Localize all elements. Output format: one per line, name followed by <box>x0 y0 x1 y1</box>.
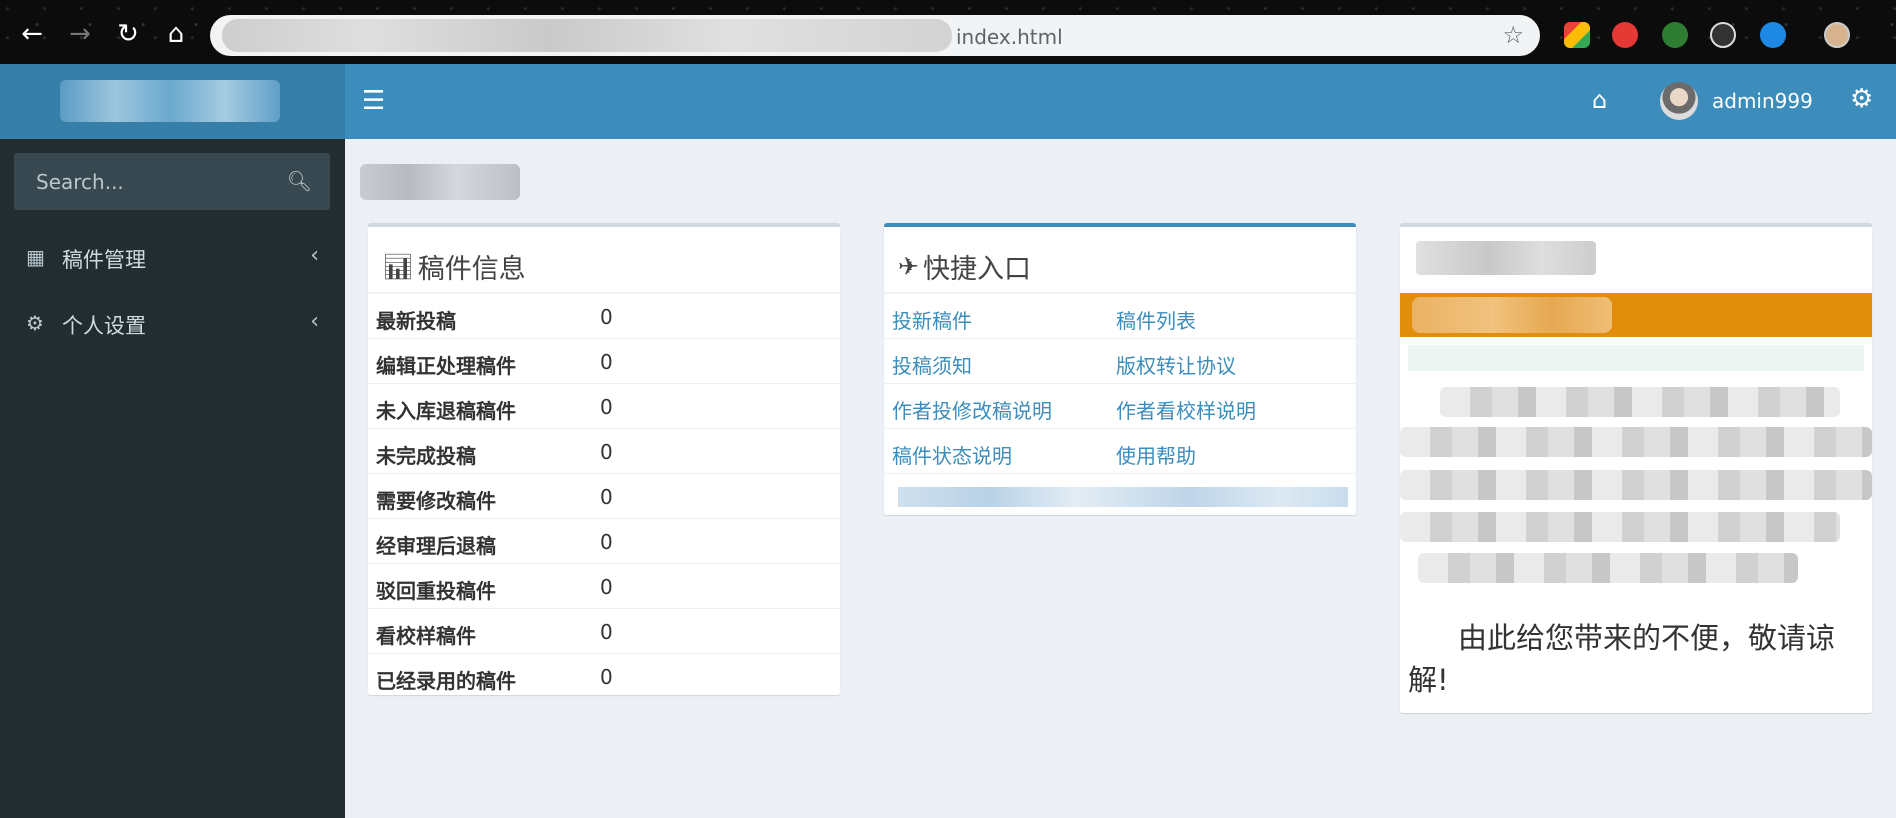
search-icon[interactable]: 🔍︎ <box>287 169 312 193</box>
row-label: 经审理后退稿 <box>376 534 496 558</box>
row-label: 需要修改稿件 <box>376 489 496 513</box>
notice-text-redacted <box>1418 553 1798 583</box>
sidebar-item-label: 个人设置 <box>62 314 146 338</box>
extension-icon[interactable] <box>1710 22 1736 48</box>
manuscript-info-box: 📊︎ 稿件信息 最新投稿 0 编辑正处理稿件 0 未入库退稿稿件 0 未完成投稿 0 需… <box>368 223 840 695</box>
notice-text-redacted <box>1400 470 1872 500</box>
notice-box: 由此给您带来的不便，敬请谅解! <box>1400 223 1872 713</box>
app-logo[interactable] <box>0 64 345 139</box>
banner-text-redacted <box>1412 297 1612 333</box>
address-bar[interactable]: index.html ☆ <box>210 15 1540 56</box>
notice-closing-text: 由此给您带来的不便，敬请谅解! <box>1408 621 1836 697</box>
notice-subbar <box>1408 345 1864 371</box>
sidebar: 🔍︎ ▦ 稿件管理 ‹ ⚙ 个人设置 ‹ <box>0 139 345 818</box>
header-home-icon[interactable]: ⌂ <box>1592 86 1607 114</box>
link-row: 作者投修改稿说明 作者看校样说明 <box>884 383 1356 428</box>
logo-redacted <box>60 80 280 122</box>
extension-icon[interactable] <box>1564 22 1590 48</box>
quick-links-box: ✈︎ 快捷入口 投新稿件 稿件列表 投稿须知 版权转让协议 作者投修改稿说明 作… <box>884 223 1356 515</box>
sidebar-search: 🔍︎ <box>14 153 330 210</box>
row-label: 未入库退稿稿件 <box>376 399 516 423</box>
link-new-submission[interactable]: 投新稿件 <box>892 305 972 334</box>
page-title-redacted <box>360 164 520 200</box>
evernote-extension-icon[interactable] <box>1662 22 1688 48</box>
search-input[interactable] <box>14 153 284 210</box>
notice-text-redacted <box>1400 512 1840 542</box>
row-label: 编辑正处理稿件 <box>376 354 516 378</box>
notice-text-redacted <box>1440 387 1840 417</box>
link-proof-instructions[interactable]: 作者看校样说明 <box>1116 395 1256 424</box>
link-copyright-agreement[interactable]: 版权转让协议 <box>1116 350 1236 379</box>
box-title: ✈︎ 快捷入口 <box>884 227 1356 293</box>
link-redacted <box>898 487 1348 507</box>
link-row: 投新稿件 稿件列表 <box>884 293 1356 338</box>
row-value: 0 <box>600 440 613 464</box>
sidebar-toggle-hamburger-icon[interactable]: ☰ <box>362 88 390 116</box>
row-value: 0 <box>600 665 613 689</box>
row-label: 最新投稿 <box>376 309 456 333</box>
link-submission-guidelines[interactable]: 投稿须知 <box>892 350 972 379</box>
extension-icon[interactable] <box>1760 22 1786 48</box>
sidebar-item-manuscripts[interactable]: ▦ 稿件管理 ‹ <box>0 225 345 289</box>
chevron-left-icon: ‹ <box>310 243 319 268</box>
table-row: 未入库退稿稿件 0 <box>368 383 840 428</box>
paper-plane-icon: ✈︎ <box>898 252 919 281</box>
user-avatar[interactable] <box>1660 82 1698 120</box>
table-row: 需要修改稿件 0 <box>368 473 840 518</box>
table-row: 已经录用的稿件 0 <box>368 653 840 698</box>
row-label: 驳回重投稿件 <box>376 579 496 603</box>
link-status-explanation[interactable]: 稿件状态说明 <box>892 440 1012 469</box>
manuscript-info-title: 稿件信息 <box>417 254 526 285</box>
url-text: index.html <box>956 25 1063 49</box>
link-row: 稿件状态说明 使用帮助 <box>884 428 1356 473</box>
sidebar-item-label: 稿件管理 <box>62 248 146 272</box>
row-value: 0 <box>600 395 613 419</box>
box-title: 📊︎ 稿件信息 <box>368 227 840 293</box>
table-row: 驳回重投稿件 0 <box>368 563 840 608</box>
link-revision-instructions[interactable]: 作者投修改稿说明 <box>892 395 1052 424</box>
row-label: 未完成投稿 <box>376 444 476 468</box>
app-header: ☰ ⌂ admin999 ⚙ <box>0 64 1896 139</box>
forward-arrow-icon[interactable]: → <box>62 16 98 52</box>
chevron-left-icon: ‹ <box>310 309 319 334</box>
table-row: 经审理后退稿 0 <box>368 518 840 563</box>
link-help[interactable]: 使用帮助 <box>1116 440 1196 469</box>
notice-title-redacted <box>1416 241 1596 275</box>
quick-links-title: 快捷入口 <box>922 254 1031 285</box>
extension-icon[interactable] <box>1612 22 1638 48</box>
gear-icon: ⚙ <box>26 311 44 335</box>
row-value: 0 <box>600 620 613 644</box>
table-row: 最新投稿 0 <box>368 293 840 338</box>
grid-icon: ▦ <box>26 245 45 269</box>
row-value: 0 <box>600 530 613 554</box>
row-value: 0 <box>600 305 613 329</box>
browser-toolbar: ← → ↻ ⌂ index.html ☆ <box>0 0 1896 64</box>
settings-gears-icon[interactable]: ⚙ <box>1850 84 1873 114</box>
notice-text-redacted <box>1400 427 1872 457</box>
row-value: 0 <box>600 485 613 509</box>
table-row: 未完成投稿 0 <box>368 428 840 473</box>
table-row: 看校样稿件 0 <box>368 608 840 653</box>
bar-chart-icon: 📊︎ <box>382 251 414 281</box>
back-arrow-icon[interactable]: ← <box>14 16 50 52</box>
sidebar-item-personal-settings[interactable]: ⚙ 个人设置 ‹ <box>0 291 345 355</box>
url-redacted <box>222 19 952 52</box>
link-manuscript-list[interactable]: 稿件列表 <box>1116 305 1196 334</box>
profile-avatar[interactable] <box>1824 22 1850 48</box>
row-value: 0 <box>600 575 613 599</box>
notice-banner <box>1400 293 1872 337</box>
username[interactable]: admin999 <box>1712 89 1813 113</box>
row-value: 0 <box>600 350 613 374</box>
link-row: 投稿须知 版权转让协议 <box>884 338 1356 383</box>
browser-home-icon[interactable]: ⌂ <box>158 16 194 52</box>
row-label: 已经录用的稿件 <box>376 669 516 693</box>
link-row <box>884 473 1356 518</box>
reload-icon[interactable]: ↻ <box>110 16 146 52</box>
bookmark-star-icon[interactable]: ☆ <box>1502 21 1524 49</box>
row-label: 看校样稿件 <box>376 624 476 648</box>
table-row: 编辑正处理稿件 0 <box>368 338 840 383</box>
